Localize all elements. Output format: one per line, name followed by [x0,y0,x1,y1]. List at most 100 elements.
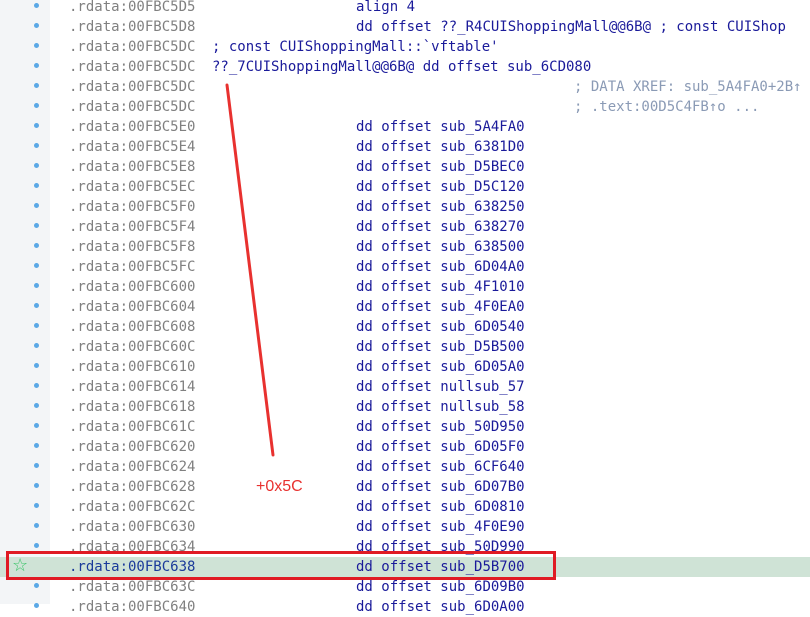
listing-row[interactable]: .rdata:00FBC620 dd offset sub_6D05F0 [0,437,810,457]
row-address[interactable]: .rdata:00FBC5F4 [69,217,195,237]
row-address[interactable]: .rdata:00FBC5D5 [69,0,195,17]
symbol-reference[interactable]: sub_D5BEC0 [440,159,524,175]
row-instruction[interactable]: dd offset sub_5A4FA0 [356,117,525,137]
row-instruction[interactable]: dd offset ??_R4CUIShoppingMall@@6B@ ; co… [356,17,786,37]
symbol-reference[interactable]: sub_5A4FA0 [440,119,524,135]
breakpoint-dot-icon[interactable] [34,523,39,528]
row-address[interactable]: .rdata:00FBC63C [69,577,195,597]
row-instruction[interactable]: dd offset sub_4F1010 [356,277,525,297]
listing-row[interactable]: .rdata:00FBC5E4 dd offset sub_6381D0 [0,137,810,157]
listing-row[interactable]: .rdata:00FBC624 dd offset sub_6CF640 [0,457,810,477]
disassembly-listing[interactable]: .rdata:00FBC5D5 align 4 .rdata:00FBC5D8 dd … [0,0,810,617]
breakpoint-dot-icon[interactable] [34,443,39,448]
listing-row[interactable]: .rdata:00FBC618 dd offset nullsub_58 [0,397,810,417]
symbol-reference[interactable]: sub_6D05F0 [440,439,524,455]
symbol-reference[interactable]: sub_6381D0 [440,139,524,155]
symbol-reference[interactable]: sub_6D0A00 [440,599,524,615]
breakpoint-dot-icon[interactable] [34,143,39,148]
breakpoint-dot-icon[interactable] [34,503,39,508]
row-address[interactable]: .rdata:00FBC5EC [69,177,195,197]
listing-row[interactable]: .rdata:00FBC5F4 dd offset sub_638270 [0,217,810,237]
breakpoint-dot-icon[interactable] [34,423,39,428]
listing-row[interactable]: .rdata:00FBC630 dd offset sub_4F0E90 [0,517,810,537]
row-address[interactable]: .rdata:00FBC640 [69,597,195,617]
row-instruction[interactable]: dd offset sub_D5BEC0 [356,157,525,177]
breakpoint-dot-icon[interactable] [34,63,39,68]
row-address[interactable]: .rdata:00FBC630 [69,517,195,537]
breakpoint-dot-icon[interactable] [34,303,39,308]
breakpoint-dot-icon[interactable] [34,363,39,368]
listing-row[interactable]: .rdata:00FBC628 dd offset sub_6D07B0 [0,477,810,497]
breakpoint-dot-icon[interactable] [34,43,39,48]
row-instruction[interactable]: align 4 [356,0,415,17]
symbol-reference[interactable]: sub_6D0810 [440,499,524,515]
listing-row[interactable]: .rdata:00FBC5DC ; DATA XREF: sub_5A4FA0+2… [0,77,810,97]
row-instruction[interactable]: dd offset sub_6D0540 [356,317,525,337]
row-instruction[interactable]: dd offset sub_D5C120 [356,177,525,197]
row-address[interactable]: .rdata:00FBC5D8 [69,17,195,37]
row-instruction[interactable]: dd offset sub_6D07B0 [356,477,525,497]
row-instruction[interactable]: dd offset sub_4F0EA0 [356,297,525,317]
row-address[interactable]: .rdata:00FBC61C [69,417,195,437]
row-address[interactable]: .rdata:00FBC620 [69,437,195,457]
breakpoint-dot-icon[interactable] [34,463,39,468]
row-instruction[interactable]: dd offset sub_6CF640 [356,457,525,477]
listing-row[interactable]: .rdata:00FBC5F0 dd offset sub_638250 [0,197,810,217]
listing-row[interactable]: .rdata:00FBC5DC ; .text:00D5C4FB↑o ... [0,97,810,117]
breakpoint-dot-icon[interactable] [34,283,39,288]
row-instruction[interactable]: ; const CUIShoppingMall::`vftable' [212,37,499,57]
row-address[interactable]: .rdata:00FBC5F8 [69,237,195,257]
row-instruction[interactable]: ??_7CUIShoppingMall@@6B@ dd offset sub_6… [212,57,591,77]
row-address[interactable]: .rdata:00FBC5DC [69,77,195,97]
listing-row[interactable]: .rdata:00FBC610 dd offset sub_6D05A0 [0,357,810,377]
row-instruction[interactable]: dd offset sub_6D09B0 [356,577,525,597]
breakpoint-dot-icon[interactable] [34,183,39,188]
symbol-reference[interactable]: sub_6D09B0 [440,579,524,595]
listing-row[interactable]: .rdata:00FBC60C dd offset sub_D5B500 [0,337,810,357]
symbol-reference[interactable]: ??_R4CUIShoppingMall@@6B@ ; const CUISho… [440,19,786,35]
breakpoint-dot-icon[interactable] [34,83,39,88]
breakpoint-dot-icon[interactable] [34,243,39,248]
listing-row[interactable]: .rdata:00FBC5D5 align 4 [0,0,810,17]
symbol-reference[interactable]: nullsub_57 [440,379,524,395]
row-instruction[interactable]: dd offset sub_638500 [356,237,525,257]
row-address[interactable]: .rdata:00FBC608 [69,317,195,337]
listing-row[interactable]: .rdata:00FBC63C dd offset sub_6D09B0 [0,577,810,597]
row-instruction[interactable]: dd offset sub_D5B500 [356,337,525,357]
row-address[interactable]: .rdata:00FBC5DC [69,57,195,77]
listing-row[interactable]: .rdata:00FBC5FC dd offset sub_6D04A0 [0,257,810,277]
row-instruction[interactable]: dd offset sub_638270 [356,217,525,237]
breakpoint-dot-icon[interactable] [34,123,39,128]
listing-row[interactable]: .rdata:00FBC5E0 dd offset sub_5A4FA0 [0,117,810,137]
listing-row[interactable]: .rdata:00FBC5DC ; const CUIShoppingMall::… [0,37,810,57]
row-instruction[interactable]: dd offset nullsub_57 [356,377,525,397]
row-instruction[interactable]: dd offset sub_6D04A0 [356,257,525,277]
breakpoint-dot-icon[interactable] [34,203,39,208]
listing-row[interactable]: .rdata:00FBC5EC dd offset sub_D5C120 [0,177,810,197]
symbol-reference[interactable]: sub_638270 [440,219,524,235]
row-instruction[interactable]: dd offset sub_50D950 [356,417,525,437]
row-address[interactable]: .rdata:00FBC5E8 [69,157,195,177]
row-address[interactable]: .rdata:00FBC5FC [69,257,195,277]
row-instruction[interactable]: dd offset nullsub_58 [356,397,525,417]
row-address[interactable]: .rdata:00FBC60C [69,337,195,357]
breakpoint-dot-icon[interactable] [34,543,39,548]
row-address[interactable]: .rdata:00FBC5DC [69,97,195,117]
symbol-reference[interactable]: sub_6D04A0 [440,259,524,275]
row-address[interactable]: .rdata:00FBC5E4 [69,137,195,157]
listing-row[interactable]: .rdata:00FBC62C dd offset sub_6D0810 [0,497,810,517]
breakpoint-dot-icon[interactable] [34,323,39,328]
listing-row[interactable]: .rdata:00FBC5DC ??_7CUIShoppingMall@@6B@ … [0,57,810,77]
symbol-reference[interactable]: sub_D5C120 [440,179,524,195]
listing-row[interactable]: .rdata:00FBC608 dd offset sub_6D0540 [0,317,810,337]
symbol-reference[interactable]: sub_4F1010 [440,279,524,295]
row-address[interactable]: .rdata:00FBC5DC [69,37,195,57]
listing-row[interactable]: .rdata:00FBC640 dd offset sub_6D0A00 [0,597,810,617]
row-instruction[interactable]: dd offset sub_6D0A00 [356,597,525,617]
symbol-reference[interactable]: nullsub_58 [440,399,524,415]
row-address[interactable]: .rdata:00FBC5F0 [69,197,195,217]
symbol-reference[interactable]: sub_D5B500 [440,339,524,355]
listing-row[interactable]: .rdata:00FBC5E8 dd offset sub_D5BEC0 [0,157,810,177]
breakpoint-dot-icon[interactable] [34,583,39,588]
row-address[interactable]: .rdata:00FBC624 [69,457,195,477]
